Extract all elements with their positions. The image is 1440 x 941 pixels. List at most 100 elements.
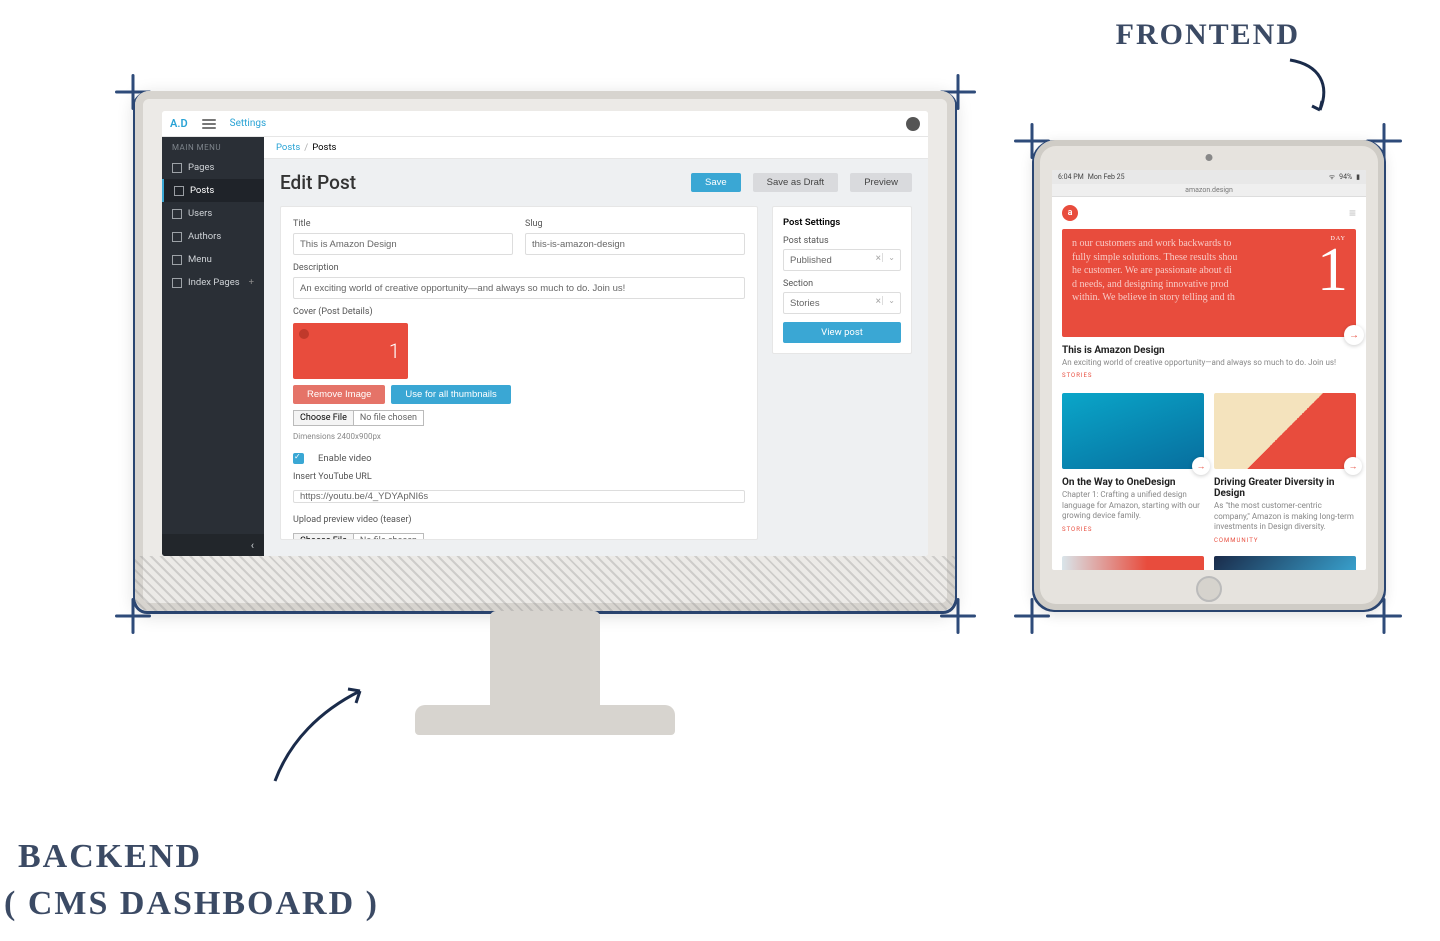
grid-card[interactable]: → On the Way to OneDesign Chapter 1: Cra… — [1062, 393, 1204, 543]
cover-number: 1 — [389, 339, 400, 363]
monitor-frame: A.D Settings MAIN MENU Pages Posts Users… — [135, 91, 955, 611]
grid-card[interactable]: → Driving Greater Diversity in Design As… — [1214, 393, 1356, 543]
card-title: On the Way to OneDesign — [1062, 477, 1204, 488]
dimensions-hint: Dimensions 2400x900px — [293, 432, 745, 441]
cover-thumbnail[interactable]: 1 — [293, 323, 408, 379]
card-subtitle: As "the most customer-centric company," … — [1214, 501, 1356, 532]
enable-video-checkbox[interactable] — [293, 453, 304, 464]
breadcrumb-root[interactable]: Posts — [276, 142, 300, 153]
slug-label: Slug — [525, 219, 745, 229]
cover-file-input[interactable]: Choose File No file chosen — [293, 410, 745, 426]
use-all-thumbnails-button[interactable]: Use for all thumbnails — [391, 385, 510, 404]
breadcrumb: Posts / Posts — [264, 137, 928, 159]
menu-icon[interactable]: ≡ — [1349, 206, 1356, 220]
author-icon — [172, 232, 182, 242]
sidebar-item-authors[interactable]: Authors — [162, 225, 264, 248]
battery-text: 94% — [1339, 173, 1352, 181]
card-thumbnail — [1214, 393, 1356, 469]
youtube-url-label: Insert YouTube URL — [293, 472, 745, 482]
sidebar-header: MAIN MENU — [162, 137, 264, 156]
status-time: 6:04 PM — [1058, 173, 1084, 181]
tablet-frame: 6:04 PM Mon Feb 25 ᯤ 94% ▮ amazon.design… — [1034, 140, 1384, 610]
arrow-icon — [1280, 55, 1340, 125]
description-input[interactable] — [293, 277, 745, 299]
avatar[interactable] — [906, 117, 920, 131]
hero-text: d needs, and designing innovative prod — [1072, 278, 1346, 292]
sidebar-item-label: Authors — [188, 231, 221, 242]
cms-screen: A.D Settings MAIN MENU Pages Posts Users… — [162, 111, 928, 556]
save-button[interactable]: Save — [691, 173, 741, 192]
description-label: Description — [293, 263, 745, 273]
user-icon — [172, 209, 182, 219]
site-logo[interactable]: a — [1062, 205, 1078, 221]
view-post-button[interactable]: View post — [783, 322, 901, 343]
sidebar-item-label: Users — [188, 208, 212, 219]
sidebar-item-users[interactable]: Users — [162, 202, 264, 225]
upload-teaser-label: Upload preview video (teaser) — [293, 515, 745, 525]
camera-icon — [1206, 154, 1213, 161]
section-label: Section — [783, 279, 901, 289]
arrow-right-icon[interactable]: → — [1192, 457, 1210, 475]
page-icon — [172, 163, 182, 173]
chevron-down-icon[interactable]: ⌄ — [882, 253, 895, 262]
arrow-icon — [260, 671, 380, 791]
clear-icon[interactable]: × — [876, 296, 881, 307]
cms-topbar: A.D Settings — [162, 111, 928, 137]
home-button[interactable] — [1196, 576, 1222, 602]
post-subtitle: An exciting world of creative opportunit… — [1062, 358, 1356, 368]
hamburger-icon[interactable] — [202, 119, 216, 129]
hero-banner[interactable]: DAY 1 n our customers and work backwards… — [1062, 229, 1356, 337]
arrow-right-icon[interactable]: → — [1344, 457, 1362, 475]
backend-label-sub: ( CMS DASHBOARD ) — [4, 885, 379, 923]
breadcrumb-current: Posts — [312, 142, 336, 153]
youtube-url-input[interactable] — [293, 490, 745, 503]
frontend-label: FRONTEND — [1116, 18, 1300, 52]
card-tag[interactable]: STORIES — [1062, 526, 1204, 533]
card-tag[interactable]: COMMUNITY — [1214, 537, 1356, 544]
sidebar-collapse[interactable]: ‹ — [162, 534, 264, 556]
preview-button[interactable]: Preview — [850, 173, 912, 192]
enable-video-label: Enable video — [318, 453, 372, 464]
card-thumbnail[interactable] — [1062, 556, 1204, 570]
menu-icon — [172, 255, 182, 265]
hero-text: within. We believe in story telling and … — [1072, 291, 1346, 305]
file-name-text: No file chosen — [354, 410, 424, 426]
save-draft-button[interactable]: Save as Draft — [753, 173, 839, 192]
wifi-icon: ᯤ — [1329, 173, 1335, 182]
status-date: Mon Feb 25 — [1088, 173, 1125, 181]
hero-text: fully simple solutions. These results sh… — [1072, 251, 1346, 265]
post-status-label: Post status — [783, 236, 901, 246]
post-title[interactable]: This is Amazon Design — [1062, 345, 1356, 356]
choose-file-button[interactable]: Choose File — [293, 410, 354, 426]
title-input[interactable] — [293, 233, 513, 255]
card-thumbnail[interactable] — [1214, 556, 1356, 570]
chevron-down-icon[interactable]: ⌄ — [882, 296, 895, 305]
sidebar-item-menu[interactable]: Menu — [162, 248, 264, 271]
brand-logo[interactable]: A.D — [170, 117, 188, 130]
choose-file-button[interactable]: Choose File — [293, 533, 354, 540]
battery-icon: ▮ — [1356, 173, 1360, 181]
remove-image-button[interactable]: Remove Image — [293, 385, 385, 404]
monitor-base — [415, 705, 675, 735]
page-title: Edit Post — [280, 171, 356, 194]
clear-icon[interactable]: × — [876, 253, 881, 264]
hero-number: 1 — [1317, 239, 1348, 301]
post-form: Title Slug Description — [280, 206, 758, 540]
post-tag[interactable]: STORIES — [1062, 372, 1356, 379]
post-settings-header: Post Settings — [783, 217, 901, 228]
hero-text: n our customers and work backwards to — [1072, 237, 1346, 251]
arrow-right-icon[interactable]: → — [1344, 325, 1364, 345]
status-bar: 6:04 PM Mon Feb 25 ᯤ 94% ▮ — [1052, 170, 1366, 184]
title-label: Title — [293, 219, 513, 229]
slug-input[interactable] — [525, 233, 745, 255]
sidebar-item-index-pages[interactable]: Index Pages+ — [162, 271, 264, 294]
sidebar-item-pages[interactable]: Pages — [162, 156, 264, 179]
cover-label: Cover (Post Details) — [293, 307, 745, 317]
frontend-screen: 6:04 PM Mon Feb 25 ᯤ 94% ▮ amazon.design… — [1052, 170, 1366, 570]
settings-link[interactable]: Settings — [230, 118, 267, 129]
url-bar[interactable]: amazon.design — [1052, 184, 1366, 197]
sidebar-item-label: Menu — [188, 254, 212, 265]
teaser-file-input[interactable]: Choose File No file chosen — [293, 533, 745, 540]
sidebar-item-label: Pages — [188, 162, 214, 173]
sidebar-item-posts[interactable]: Posts — [162, 179, 264, 202]
